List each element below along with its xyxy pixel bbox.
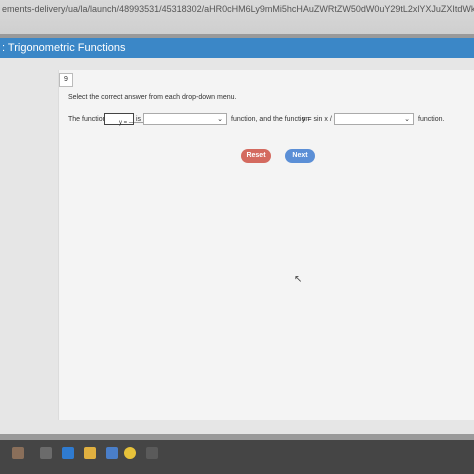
chrome-icon[interactable] [124, 447, 136, 459]
dropdown-2[interactable]: ⌄ [334, 113, 414, 125]
function1-expression: y = ——— [104, 113, 147, 126]
dropdown-1[interactable]: ⌄ [143, 113, 227, 125]
next-button[interactable]: Next [285, 149, 315, 163]
chevron-down-icon: ⌄ [404, 116, 410, 123]
function2-text: y = sin x / x [302, 116, 338, 123]
edge-browser-icon[interactable] [62, 447, 74, 459]
reset-button[interactable]: Reset [241, 149, 271, 163]
is-text-1: is [136, 116, 142, 123]
folder-icon[interactable] [84, 447, 96, 459]
store-icon[interactable] [106, 447, 118, 459]
content-area: 9 Select the correct answer from each dr… [0, 58, 474, 434]
question-number: 9 [59, 73, 73, 87]
weather-icon[interactable] [12, 447, 24, 459]
taskbar-app-icon[interactable] [146, 447, 158, 459]
mouse-cursor-icon: ↖ [294, 274, 303, 285]
question-card: 9 Select the correct answer from each dr… [58, 70, 474, 420]
page-title: : Trigonometric Functions [2, 42, 126, 54]
address-bar[interactable]: ements-delivery/ua/la/launch/48993531/45… [0, 0, 474, 34]
app-header: : Trigonometric Functions [0, 38, 474, 58]
question-line: The function y = ——— is ⌄ function, and … [68, 113, 468, 127]
instruction-text: Select the correct answer from each drop… [68, 94, 237, 101]
taskbar [0, 440, 474, 474]
url-text: ements-delivery/ua/la/launch/48993531/45… [2, 4, 474, 14]
question-part1: The function [68, 116, 107, 123]
question-end: function. [418, 116, 445, 123]
chevron-down-icon: ⌄ [217, 116, 223, 123]
task-view-icon[interactable] [40, 447, 52, 459]
question-part2: function, and the function [231, 116, 310, 123]
